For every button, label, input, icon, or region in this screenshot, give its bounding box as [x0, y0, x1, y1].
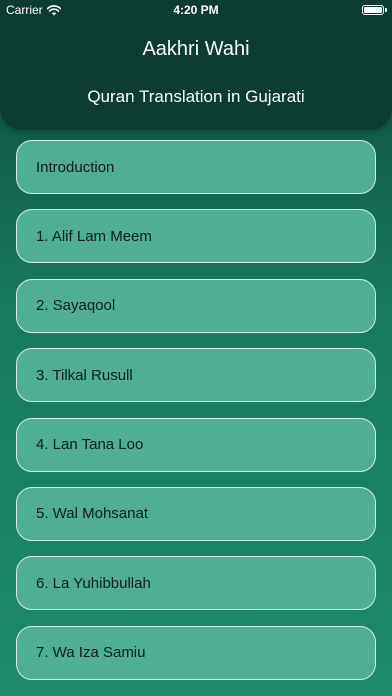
- chapter-item-3[interactable]: 3. Tilkal Rusull: [16, 348, 376, 403]
- chapter-item-6[interactable]: 6. La Yuhibbullah: [16, 556, 376, 611]
- chapter-item-introduction[interactable]: Introduction: [16, 140, 376, 194]
- chapter-list: Introduction 1. Alif Lam Meem 2. Sayaqoo…: [16, 140, 376, 695]
- status-bar: Carrier 4:20 PM: [0, 0, 392, 22]
- chapter-label: 2. Sayaqool: [36, 297, 116, 315]
- chapter-item-2[interactable]: 2. Sayaqool: [16, 278, 376, 333]
- chapter-label: 4. Lan Tana Loo: [36, 436, 144, 454]
- chapter-item-1[interactable]: 1. Alif Lam Meem: [16, 209, 376, 264]
- status-time: 4:20 PM: [173, 3, 219, 17]
- app-title: Aakhri Wahi: [142, 38, 250, 60]
- chapter-item-7[interactable]: 7. Wa Iza Samiu: [16, 625, 376, 680]
- battery-icon: [362, 5, 387, 15]
- chapter-label: 1. Alif Lam Meem: [36, 227, 152, 245]
- chapter-label: 3. Tilkal Rusull: [36, 366, 133, 384]
- app-header: Carrier 4:20 PM Aakhri Wahi Quran Transl…: [0, 0, 392, 130]
- chapter-item-5[interactable]: 5. Wal Mohsanat: [16, 486, 376, 541]
- app-subtitle: Quran Translation in Gujarati: [87, 87, 305, 106]
- chapter-label: 6. La Yuhibbullah: [36, 574, 151, 592]
- chapter-item-4[interactable]: 4. Lan Tana Loo: [16, 417, 376, 472]
- chapter-label: Introduction: [36, 158, 115, 176]
- chapter-label: 7. Wa Iza Samiu: [36, 644, 146, 662]
- chapter-label: 5. Wal Mohsanat: [36, 505, 148, 523]
- battery-level: [364, 7, 382, 13]
